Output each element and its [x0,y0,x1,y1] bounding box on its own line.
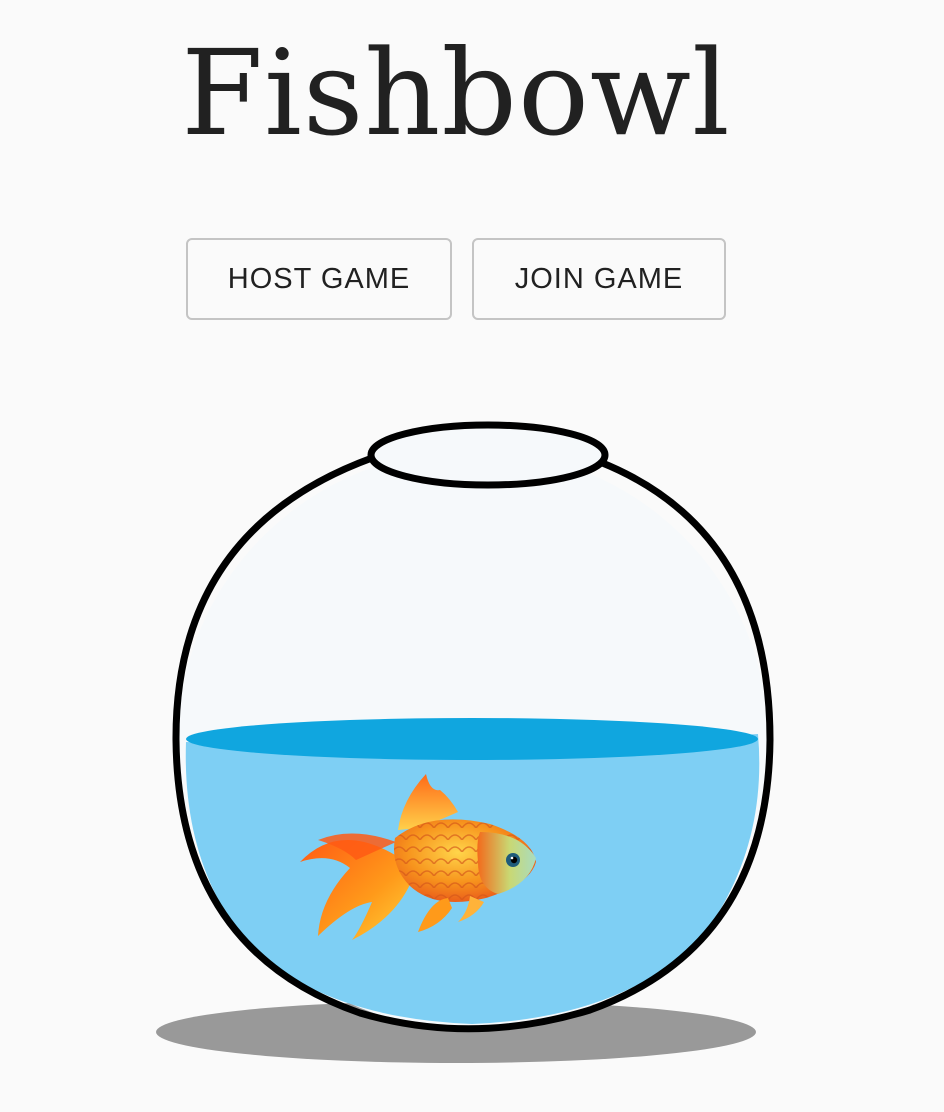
game-title: Fishbowl [181,24,731,162]
home-screen: Fishbowl HOST GAME JOIN GAME [0,0,944,1112]
bowl-shadow [156,1001,756,1063]
host-game-button[interactable]: HOST GAME [186,238,452,320]
goldfish-icon [300,774,536,940]
water [185,734,760,1024]
bowl-outline [172,454,774,1033]
bowl-rim [367,421,609,489]
join-game-button[interactable]: JOIN GAME [472,238,726,320]
water-surface [186,718,758,760]
bowl-glass [178,450,768,1030]
